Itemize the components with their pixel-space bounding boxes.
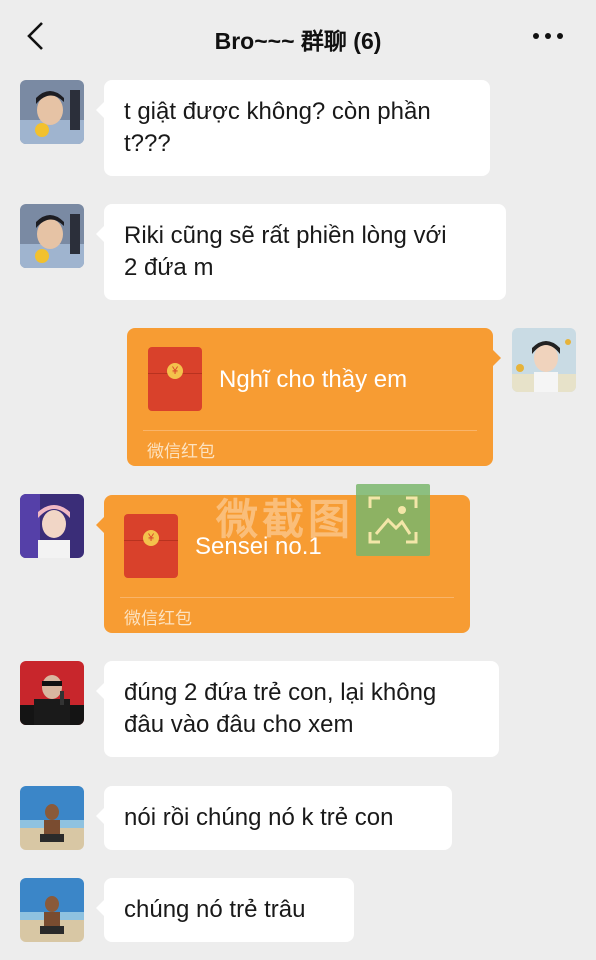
singer-avatar[interactable] [20,494,84,558]
message-bubble[interactable]: Riki cũng sẽ rất phiền lòng với 2 đứa m [96,204,506,300]
message-text-line: t giật được không? còn phần [124,98,431,125]
watermark-image-icon [356,484,430,556]
message-text-line: đâu vào đâu cho xem [124,711,354,738]
man-avatar[interactable] [20,204,84,268]
beach-avatar[interactable] [20,786,84,850]
message-text-line: đúng 2 đứa trẻ con, lại không [124,679,437,706]
chat-header: Bro~~~ 群聊 (6) [0,0,596,72]
red-packet-footer: 微信红包 [124,609,192,628]
message-bubble[interactable]: chúng nó trẻ trâu [96,878,354,942]
man-avatar[interactable] [20,80,84,144]
message-text-line: nói rồi chúng nó k trẻ con [124,804,394,831]
watermark-text: 微截图 [216,496,355,543]
red-packet-title: Nghĩ cho thầy em [219,366,408,393]
red-packet-footer: 微信红包 [147,442,215,461]
message-text-line: chúng nó trẻ trâu [124,896,306,923]
message-text-line: 2 đứa m [124,254,214,281]
red-envelope-icon: ¥ [124,514,178,578]
rapper-avatar[interactable] [20,661,84,725]
beach-avatar[interactable] [20,878,84,942]
message-bubble[interactable]: đúng 2 đứa trẻ con, lại không đâu vào đâ… [96,661,499,757]
chat-title: Bro~~~ 群聊 (6) [214,28,382,54]
red-packet-message[interactable]: ¥ Nghĩ cho thầy em 微信红包 [127,328,501,466]
boy-avatar[interactable] [512,328,576,392]
message-bubble[interactable]: t giật được không? còn phần t??? [96,80,490,176]
message-text-line: t??? [124,130,171,157]
message-bubble[interactable]: nói rồi chúng nó k trẻ con [96,786,452,850]
red-envelope-icon: ¥ [148,347,202,411]
message-text-line: Riki cũng sẽ rất phiền lòng với [124,222,447,249]
more-options-icon[interactable] [530,26,566,46]
